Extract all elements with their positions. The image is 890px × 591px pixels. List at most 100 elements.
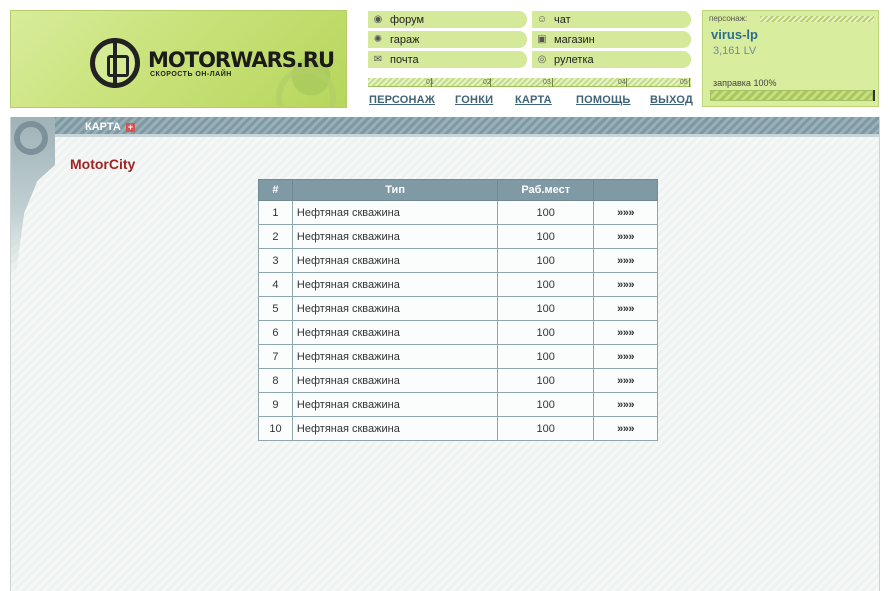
ruler-tick: 03 — [543, 79, 551, 86]
nav-link-help[interactable]: ПОМОЩЬ — [576, 94, 631, 106]
ruler-tick: 02 — [483, 79, 491, 86]
row-open-link[interactable]: »»» — [593, 368, 658, 393]
row-number: 1 — [258, 200, 293, 225]
nav-link-character[interactable]: ПЕРСОНАЖ — [369, 94, 435, 106]
row-type: Нефтяная скважина — [291, 392, 499, 417]
table-row: 5 Нефтяная скважина 100 »»» — [258, 296, 658, 321]
character-label: персонаж: — [709, 14, 748, 23]
row-type: Нефтяная скважина — [291, 224, 499, 249]
section-header-stripe — [11, 134, 879, 137]
car-icon: ▣ — [537, 34, 547, 45]
table-row: 10 Нефтяная скважина 100 »»» — [258, 416, 658, 441]
logo-subtitle: СКОРОСТЬ ОН-ЛАЙН — [150, 71, 232, 78]
mail-icon: ✉ — [373, 54, 383, 65]
row-type: Нефтяная скважина — [291, 344, 499, 369]
row-type: Нефтяная скважина — [291, 200, 499, 225]
forum-icon: ◉ — [373, 14, 383, 25]
logo-panel: MOTORWARS.RU СКОРОСТЬ ОН-ЛАЙН — [10, 10, 347, 108]
section-title: КАРТА — [85, 121, 121, 133]
table-row: 2 Нефтяная скважина 100 »»» — [258, 224, 658, 249]
row-open-link[interactable]: »»» — [593, 392, 658, 417]
row-open-link[interactable]: »»» — [593, 272, 658, 297]
nav-chat-button[interactable]: ☺ чат — [532, 11, 691, 28]
ruler-mark — [689, 78, 690, 87]
gear-decoration — [11, 117, 55, 277]
nav-link-races[interactable]: ГОНКИ — [455, 94, 493, 106]
row-open-link[interactable]: »»» — [593, 224, 658, 249]
chat-icon: ☺ — [536, 14, 548, 25]
nav-garage-button[interactable]: ✺ гараж — [368, 31, 527, 48]
fuel-bar-fill — [711, 91, 872, 100]
row-open-link[interactable]: »»» — [593, 200, 658, 225]
row-type: Нефтяная скважина — [291, 368, 499, 393]
row-workers: 100 — [497, 416, 595, 441]
wrench-icon: ✺ — [373, 34, 383, 45]
row-number: 5 — [258, 296, 293, 321]
table-row: 6 Нефтяная скважина 100 »»» — [258, 320, 658, 345]
column-header-type: Тип — [291, 179, 499, 201]
gear-icon — [14, 121, 48, 155]
buildings-table: # Тип Раб.мест 1 Нефтяная скважина 100 »… — [258, 179, 658, 441]
fuel-bar-end — [873, 90, 875, 101]
row-workers: 100 — [497, 224, 595, 249]
ruler-tick: 05 — [680, 79, 688, 86]
nav-shop-button[interactable]: ▣ магазин — [532, 31, 691, 48]
main-content: КАРТА + MotorCity # Тип Раб.мест 1 Нефтя… — [10, 117, 880, 591]
row-open-link[interactable]: »»» — [593, 248, 658, 273]
logo-title: MOTORWARS.RU — [148, 48, 335, 72]
row-type: Нефтяная скважина — [291, 296, 499, 321]
nav-mail-button[interactable]: ✉ почта — [368, 51, 527, 68]
row-number: 3 — [258, 248, 293, 273]
column-header-workers: Раб.мест — [497, 179, 595, 201]
row-type: Нефтяная скважина — [291, 416, 499, 441]
nav-garage-label: гараж — [390, 33, 420, 46]
ruler-mark — [626, 78, 627, 87]
nav-roulette-label: рулетка — [554, 53, 594, 66]
expand-icon[interactable]: + — [126, 123, 135, 132]
row-workers: 100 — [497, 344, 595, 369]
nav-link-exit[interactable]: ВЫХОД — [650, 94, 693, 106]
row-open-link[interactable]: »»» — [593, 344, 658, 369]
nav-forum-button[interactable]: ◉ форум — [368, 11, 527, 28]
row-number: 4 — [258, 272, 293, 297]
row-number: 2 — [258, 224, 293, 249]
ruler-tick: 01 — [426, 79, 434, 86]
character-name-link[interactable]: virus-lp — [711, 27, 758, 42]
nav-link-map[interactable]: КАРТА — [515, 94, 552, 106]
table-row: 8 Нефтяная скважина 100 »»» — [258, 368, 658, 393]
row-open-link[interactable]: »»» — [593, 296, 658, 321]
nav-chat-label: чат — [554, 13, 571, 26]
ruler-mark — [552, 78, 553, 87]
table-row: 7 Нефтяная скважина 100 »»» — [258, 344, 658, 369]
row-number: 9 — [258, 392, 293, 417]
row-type: Нефтяная скважина — [291, 320, 499, 345]
row-workers: 100 — [497, 296, 595, 321]
fuel-bar — [710, 90, 875, 101]
table-row: 1 Нефтяная скважина 100 »»» — [258, 200, 658, 225]
column-header-number: # — [258, 179, 293, 201]
row-workers: 100 — [497, 248, 595, 273]
table-row: 9 Нефтяная скважина 100 »»» — [258, 392, 658, 417]
row-number: 8 — [258, 368, 293, 393]
row-open-link[interactable]: »»» — [593, 416, 658, 441]
character-panel: персонаж: virus-lp 3,161 LV заправка 100… — [702, 10, 879, 107]
nav-shop-label: магазин — [554, 33, 595, 46]
row-type: Нефтяная скважина — [291, 248, 499, 273]
fuel-label: заправка 100% — [713, 78, 777, 88]
row-type: Нефтяная скважина — [291, 272, 499, 297]
nav-mail-label: почта — [390, 53, 419, 66]
progress-ruler: 01 02 03 04 05 — [368, 78, 691, 87]
nav-forum-label: форум — [390, 13, 425, 26]
character-level: 3,161 LV — [713, 45, 757, 57]
row-number: 10 — [258, 416, 293, 441]
row-workers: 100 — [497, 392, 595, 417]
table-header-row: # Тип Раб.мест — [258, 179, 658, 201]
ruler-tick: 04 — [618, 79, 626, 86]
row-open-link[interactable]: »»» — [593, 320, 658, 345]
column-header-action — [593, 179, 658, 201]
character-label-stripe — [760, 16, 874, 22]
nav-roulette-button[interactable]: ◎ рулетка — [532, 51, 691, 68]
row-workers: 100 — [497, 272, 595, 297]
row-number: 7 — [258, 344, 293, 369]
row-workers: 100 — [497, 320, 595, 345]
